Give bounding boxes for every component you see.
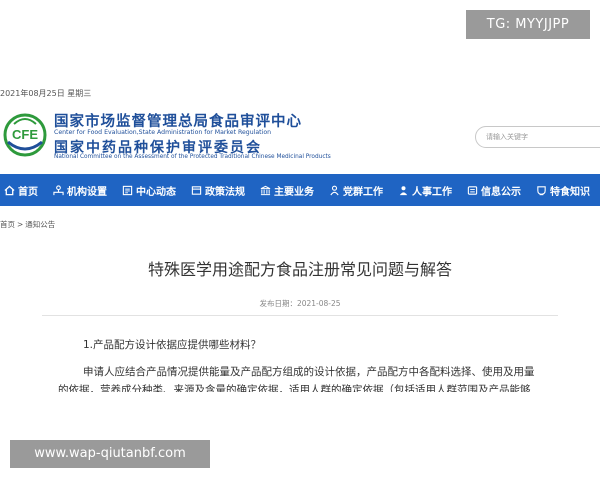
article-question: 1.产品配方设计依据应提供哪些材料？ [83, 339, 262, 351]
divider [42, 315, 558, 316]
org-icon [53, 184, 64, 195]
party-icon [330, 185, 339, 195]
breadcrumb-current[interactable]: 通知公告 [25, 220, 55, 229]
nav-item-news[interactable]: 中心动态 [122, 174, 176, 206]
home-icon [4, 185, 15, 195]
info-icon [467, 185, 478, 195]
breadcrumb-home-link[interactable]: 首页 [0, 220, 15, 229]
policy-icon [191, 185, 202, 195]
nav-item-personnel[interactable]: 人事工作 [398, 174, 452, 206]
nav-item-label: 主要业务 [274, 186, 314, 198]
watermark-bottom: www.wap-qiutanbf.com [10, 440, 210, 468]
nav-item-label: 特食知识 [550, 186, 590, 198]
nav-item-home[interactable]: 首页 [4, 174, 38, 206]
date-display: 2021年08月25日 星期三 [0, 89, 92, 98]
org-name-cn: 国家市场监督管理总局食品审评中心 [54, 114, 302, 130]
nav-item-label: 首页 [18, 186, 38, 198]
nav-item-label: 中心动态 [136, 186, 176, 198]
breadcrumb-separator: > [17, 220, 24, 229]
logo-text: CFE [12, 127, 38, 142]
business-icon [260, 185, 271, 195]
publish-date: 发布日期：2021-08-25 [259, 299, 341, 308]
news-icon [122, 185, 133, 195]
nav-item-info[interactable]: 信息公示 [467, 174, 521, 206]
article-paragraph-line: 申请人应结合产品情况提供能量及产品配方组成的设计依据，产品配方中各配料选择、使用… [83, 366, 535, 378]
org-subname-en: National Committee on the Assessment of … [54, 154, 331, 160]
page: 2021年08月25日 星期三 CFE 国家市场监督管理总局食品审评中心 Cen… [0, 0, 600, 480]
cfe-logo: CFE [3, 113, 47, 157]
knowledge-icon [537, 185, 546, 195]
nav-item-party[interactable]: 党群工作 [329, 174, 383, 206]
nav-item-business[interactable]: 主要业务 [260, 174, 314, 206]
nav-item-label: 党群工作 [343, 186, 383, 198]
search-input[interactable] [475, 126, 600, 148]
nav-item-org[interactable]: 机构设置 [53, 174, 107, 206]
article-title: 特殊医学用途配方食品注册常见问题与解答 [147, 260, 452, 279]
nav-item-knowledge[interactable]: 特食知识 [536, 174, 590, 206]
org-name-en: Center for Food Evaluation,State Adminis… [54, 129, 272, 136]
watermark-top: TG: MYYJJPP [466, 10, 590, 39]
personnel-icon [399, 185, 408, 195]
nav-item-policy[interactable]: 政策法规 [191, 174, 245, 206]
main-nav: 首页 机构设置 中心动态 政策法规 主要业务 党群工作 人事工作 信息公示 特食… [0, 174, 600, 206]
breadcrumb: 首页 > 通知公告 [0, 219, 55, 230]
nav-item-label: 人事工作 [412, 186, 452, 198]
article-paragraph-line: 的依据，营养成分种类、来源及含量的确定依据，适用人群的确定依据（包括适用人群范围… [58, 384, 531, 392]
nav-item-label: 政策法规 [205, 186, 245, 198]
nav-item-label: 信息公示 [481, 186, 521, 198]
nav-item-label: 机构设置 [67, 186, 107, 198]
